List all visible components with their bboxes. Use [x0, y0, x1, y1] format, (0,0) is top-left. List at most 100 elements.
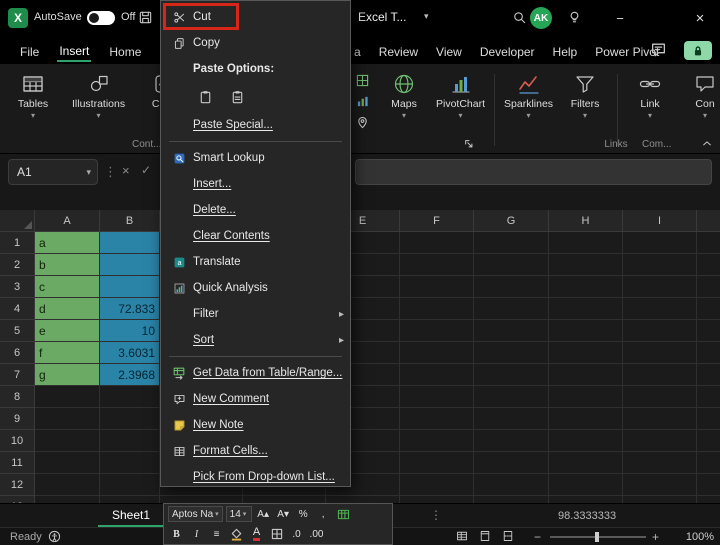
autosave-toggle[interactable] [87, 11, 115, 25]
cell[interactable] [697, 430, 720, 452]
minimize-button[interactable]: − [604, 4, 636, 32]
cancel-button[interactable]: × [122, 163, 130, 178]
cell-B3[interactable] [100, 276, 160, 298]
paste-button[interactable] [193, 86, 217, 108]
cell-G1[interactable] [474, 232, 549, 254]
column-header-A[interactable]: A [35, 210, 100, 232]
cell-H6[interactable] [549, 342, 623, 364]
comments-icon[interactable] [650, 41, 667, 58]
ribbon-button-tables[interactable]: Tables▾ [10, 72, 56, 119]
menu-item-pick-from-drop-down-list[interactable]: Pick From Drop-down List... [161, 464, 350, 487]
cell-B11[interactable] [100, 452, 160, 474]
cell[interactable] [697, 232, 720, 254]
cell-G13[interactable] [474, 496, 549, 503]
zoom-in-button[interactable]: + [652, 530, 659, 544]
excel-logo-icon[interactable]: X [8, 8, 28, 28]
cell-F8[interactable] [400, 386, 474, 408]
cell-A11[interactable] [35, 452, 100, 474]
cell[interactable] [697, 496, 720, 503]
borders-button[interactable] [268, 526, 285, 543]
tab-home[interactable]: Home [107, 39, 143, 61]
menu-item-filter[interactable]: Filter▸ [161, 301, 350, 327]
cell-F11[interactable] [400, 452, 474, 474]
enter-button[interactable]: ✓ [141, 163, 151, 177]
cell-A4[interactable]: d [35, 298, 100, 320]
cell-F10[interactable] [400, 430, 474, 452]
zoom-slider-knob[interactable] [595, 532, 599, 542]
cell-I3[interactable] [623, 276, 697, 298]
grow-font-button[interactable]: A▴ [255, 506, 272, 523]
cell-B7[interactable]: 2.3968 [100, 364, 160, 386]
cell-F2[interactable] [400, 254, 474, 276]
font-color-button[interactable]: A [248, 526, 265, 543]
cell-G5[interactable] [474, 320, 549, 342]
menu-item-paste-special[interactable]: Paste Special... [161, 112, 350, 138]
name-box[interactable]: A1 ▾ [8, 159, 98, 185]
cell-H12[interactable] [549, 474, 623, 496]
column-header-B[interactable]: B [100, 210, 160, 232]
cell-I1[interactable] [623, 232, 697, 254]
cell[interactable] [697, 320, 720, 342]
avatar[interactable]: AK [530, 7, 552, 29]
tab-help[interactable]: Help [551, 39, 580, 61]
zoom-out-button[interactable]: − [534, 530, 541, 544]
column-header-F[interactable]: F [400, 210, 474, 232]
menu-item-insert[interactable]: Insert... [161, 171, 350, 197]
cell-H13[interactable] [549, 496, 623, 503]
cell-I12[interactable] [623, 474, 697, 496]
tab-insert[interactable]: Insert [57, 38, 91, 62]
cell-F4[interactable] [400, 298, 474, 320]
cell-I8[interactable] [623, 386, 697, 408]
menu-item-sort[interactable]: Sort▸ [161, 327, 350, 353]
menu-item-clear-contents[interactable]: Clear Contents [161, 223, 350, 249]
menu-item-translate[interactable]: aTranslate [161, 249, 350, 275]
cell-I7[interactable] [623, 364, 697, 386]
row-header-11[interactable]: 11 [0, 452, 35, 474]
cell-H9[interactable] [549, 408, 623, 430]
cell-B5[interactable]: 10 [100, 320, 160, 342]
tab-bar-overflow[interactable]: ⋮ [430, 508, 442, 522]
ribbon-button-illustrations[interactable]: Illustrations▾ [72, 72, 125, 119]
cell-A6[interactable]: f [35, 342, 100, 364]
cell-A7[interactable]: g [35, 364, 100, 386]
cell-H2[interactable] [549, 254, 623, 276]
tab-file[interactable]: File [18, 39, 41, 61]
cell-I5[interactable] [623, 320, 697, 342]
align-button[interactable]: ≡ [208, 526, 225, 543]
cell-H8[interactable] [549, 386, 623, 408]
cell-C13[interactable] [160, 496, 243, 503]
cell-B9[interactable] [100, 408, 160, 430]
fill-color-button[interactable] [228, 526, 245, 543]
search-icon[interactable] [512, 10, 527, 25]
cell-style-button[interactable] [335, 506, 352, 523]
cell-A5[interactable]: e [35, 320, 100, 342]
collapse-ribbon-icon[interactable] [702, 139, 712, 149]
row-header-7[interactable]: 7 [0, 364, 35, 386]
row-header-9[interactable]: 9 [0, 408, 35, 430]
percent-style-button[interactable]: % [295, 506, 312, 523]
column-header[interactable] [697, 210, 720, 232]
cell-A9[interactable] [35, 408, 100, 430]
cell-G12[interactable] [474, 474, 549, 496]
menu-item-new-note[interactable]: New Note [161, 412, 350, 438]
row-header-3[interactable]: 3 [0, 276, 35, 298]
ribbon-button-maps[interactable]: Maps▾ [381, 72, 427, 119]
decrease-decimal-button[interactable]: .0 [288, 526, 305, 543]
cell[interactable] [697, 386, 720, 408]
menu-item-copy[interactable]: Copy [161, 30, 350, 56]
menu-item-quick-analysis[interactable]: Quick Analysis [161, 275, 350, 301]
comma-style-button[interactable]: , [315, 506, 332, 523]
cell[interactable] [697, 298, 720, 320]
cell-G10[interactable] [474, 430, 549, 452]
cell-A10[interactable] [35, 430, 100, 452]
row-header-6[interactable]: 6 [0, 342, 35, 364]
menu-item-get-data-from-table-range[interactable]: Get Data from Table/Range... [161, 360, 350, 386]
row-header-5[interactable]: 5 [0, 320, 35, 342]
cell-G8[interactable] [474, 386, 549, 408]
row-header-8[interactable]: 8 [0, 386, 35, 408]
cell-F6[interactable] [400, 342, 474, 364]
cell-D13[interactable] [243, 496, 326, 503]
cell[interactable] [697, 342, 720, 364]
sheet-tab-sheet1[interactable]: Sheet1 [98, 504, 164, 527]
tab-review[interactable]: Review [377, 39, 420, 61]
